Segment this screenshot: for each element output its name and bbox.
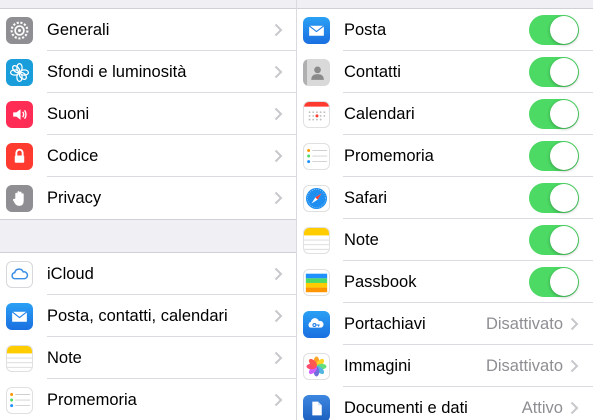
toggle-knob <box>550 58 578 86</box>
chevron-right-icon <box>274 267 283 281</box>
icloud-item-contatti: Contatti <box>297 51 593 93</box>
icloud-item-immagini[interactable]: Immagini Disattivato <box>297 345 593 387</box>
promemoria-toggle[interactable] <box>529 141 579 171</box>
chevron-right-icon <box>274 351 283 365</box>
chevron-right-icon <box>570 401 579 415</box>
cloud-icon <box>6 260 33 288</box>
sidebar-item-privacy[interactable]: Privacy <box>0 177 297 219</box>
sidebar-item-label: Suoni <box>47 104 90 123</box>
icloud-item-passbook: Passbook <box>297 261 593 303</box>
icloud-item-calendari: Calendari <box>297 93 593 135</box>
posta-toggle[interactable] <box>529 15 579 45</box>
icloud-item-documenti-e-dati[interactable]: Documenti e dati Attivo <box>297 387 593 420</box>
sidebar-item-codice[interactable]: Codice <box>0 135 297 177</box>
immagini-status: Disattivato <box>485 356 563 375</box>
top-spacer <box>297 0 593 9</box>
sidebar-item-label: Generali <box>47 20 110 39</box>
sidebar-item-label: iCloud <box>47 264 94 283</box>
mail-icon <box>303 16 330 44</box>
sidebar-item-label: Posta, contatti, calendari <box>47 306 228 325</box>
icloud-item-portachiavi[interactable]: Portachiavi Disattivato <box>297 303 593 345</box>
documenti-status: Attivo <box>521 398 563 417</box>
chevron-right-icon <box>274 393 283 407</box>
toggle-knob <box>550 268 578 296</box>
lock-icon <box>6 142 33 170</box>
chevron-right-icon <box>274 149 283 163</box>
portachiavi-status: Disattivato <box>485 314 563 333</box>
settings-sidebar: Generali Sfondi e luminosità Suoni Codic… <box>0 0 297 420</box>
sidebar-item-promemoria[interactable]: Promemoria <box>0 379 297 420</box>
passbook-toggle[interactable] <box>529 267 579 297</box>
gear-icon <box>6 16 33 44</box>
toggle-knob <box>550 100 578 128</box>
reminders-icon <box>6 386 33 414</box>
mail-icon <box>6 302 33 330</box>
safari-toggle[interactable] <box>529 183 579 213</box>
sidebar-item-generali[interactable]: Generali <box>0 9 297 51</box>
group-spacer <box>0 219 297 253</box>
sidebar-item-label: Codice <box>47 146 99 165</box>
passbook-icon <box>303 268 330 296</box>
toggle-knob <box>550 142 578 170</box>
photos-icon <box>303 352 330 380</box>
chevron-right-icon <box>274 23 283 37</box>
documents-icon <box>303 394 330 420</box>
chevron-right-icon <box>274 65 283 79</box>
icloud-settings-pane: Posta Contatti Calendari Promemoria Safa… <box>297 0 593 420</box>
toggle-knob <box>550 226 578 254</box>
icloud-item-posta: Posta <box>297 9 593 51</box>
reminders-icon <box>303 142 330 170</box>
toggle-knob <box>550 184 578 212</box>
icloud-services-list: Posta Contatti Calendari Promemoria Safa… <box>297 9 593 420</box>
sidebar-item-label: Sfondi e luminosità <box>47 62 187 81</box>
contatti-toggle[interactable] <box>529 57 579 87</box>
notes-icon <box>303 226 330 254</box>
flower-icon <box>6 58 33 86</box>
sidebar-item-label: Note <box>47 348 82 367</box>
sidebar-item-sfondi[interactable]: Sfondi e luminosità <box>0 51 297 93</box>
notes-icon <box>6 344 33 372</box>
settings-group-apps: iCloud Posta, contatti, calendari Note P… <box>0 253 297 420</box>
calendar-icon <box>303 100 330 128</box>
chevron-right-icon <box>570 359 579 373</box>
icloud-item-safari: Safari <box>297 177 593 219</box>
calendari-toggle[interactable] <box>529 99 579 129</box>
keychain-icon <box>303 310 330 338</box>
hand-icon <box>6 184 33 212</box>
sidebar-item-label: Privacy <box>47 188 102 207</box>
sidebar-item-suoni[interactable]: Suoni <box>0 93 297 135</box>
chevron-right-icon <box>570 317 579 331</box>
toggle-knob <box>550 16 578 44</box>
safari-icon <box>303 184 330 212</box>
settings-group-device: Generali Sfondi e luminosità Suoni Codic… <box>0 9 297 219</box>
note-toggle[interactable] <box>529 225 579 255</box>
speaker-icon <box>6 100 33 128</box>
icloud-item-promemoria: Promemoria <box>297 135 593 177</box>
chevron-right-icon <box>274 191 283 205</box>
sidebar-item-posta-contatti-calendari[interactable]: Posta, contatti, calendari <box>0 295 297 337</box>
sidebar-item-label: Promemoria <box>47 390 137 409</box>
chevron-right-icon <box>274 107 283 121</box>
contacts-icon <box>303 58 330 86</box>
icloud-item-note: Note <box>297 219 593 261</box>
chevron-right-icon <box>274 309 283 323</box>
sidebar-item-icloud[interactable]: iCloud <box>0 253 297 295</box>
sidebar-item-note[interactable]: Note <box>0 337 297 379</box>
top-spacer <box>0 0 297 9</box>
